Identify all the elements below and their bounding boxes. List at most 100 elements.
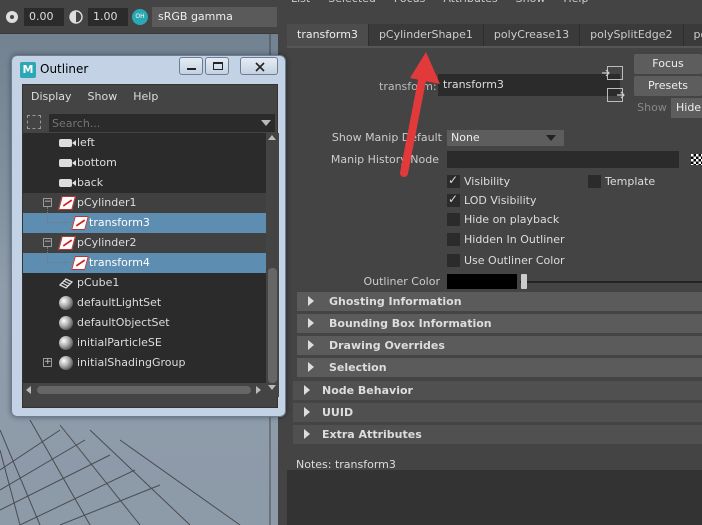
section-label: Selection bbox=[329, 361, 387, 374]
search-filter-icon[interactable] bbox=[27, 115, 41, 129]
menu-focus[interactable]: Focus bbox=[394, 0, 425, 8]
visibility-checkbox[interactable] bbox=[447, 173, 460, 188]
list-item[interactable]: left bbox=[23, 133, 266, 153]
outliner-color-label: Outliner Color bbox=[363, 275, 440, 288]
node-name-field[interactable]: transform3 bbox=[438, 74, 620, 96]
chevron-down-icon bbox=[546, 135, 556, 141]
tab-pcylindershape1[interactable]: pCylinderShape1 bbox=[368, 24, 484, 46]
vertical-scrollbar[interactable] bbox=[266, 133, 279, 397]
expand-icon[interactable]: + bbox=[43, 358, 52, 367]
hide-on-playback-checkbox[interactable] bbox=[447, 213, 460, 226]
show-button[interactable]: Show bbox=[634, 98, 670, 118]
transform-icon bbox=[71, 216, 89, 230]
list-item[interactable]: back bbox=[23, 173, 266, 193]
horizontal-scroll-thumb[interactable] bbox=[37, 386, 251, 394]
item-label: transform3 bbox=[89, 216, 150, 229]
close-button[interactable] bbox=[240, 57, 278, 75]
chevron-right-icon bbox=[304, 407, 310, 417]
tab-polysplitedge2[interactable]: polySplitEdge2 bbox=[580, 24, 684, 46]
tab-polycrease13[interactable]: polyCrease13 bbox=[483, 24, 581, 46]
tab-divider bbox=[287, 46, 702, 48]
list-item[interactable]: defaultLightSet bbox=[23, 293, 266, 313]
input-connection-icon[interactable] bbox=[602, 66, 623, 80]
item-label: initialParticleSE bbox=[77, 336, 162, 349]
hide-on-playback-label: Hide on playback bbox=[464, 213, 560, 226]
list-item[interactable]: + initialShadingGroup bbox=[23, 353, 266, 373]
checker-icon[interactable] bbox=[691, 154, 702, 165]
item-label: back bbox=[77, 176, 104, 189]
menu-selected[interactable]: Selected bbox=[328, 0, 376, 8]
chevron-right-icon bbox=[304, 385, 310, 395]
tab-transform3[interactable]: transform3 bbox=[287, 24, 369, 46]
section-extra-attributes[interactable]: Extra Attributes bbox=[293, 425, 702, 444]
section-uuid[interactable]: UUID bbox=[293, 403, 702, 422]
section-selection[interactable]: Selection bbox=[297, 358, 702, 377]
list-item[interactable]: transform4 bbox=[23, 247, 266, 273]
section-label: Bounding Box Information bbox=[329, 317, 492, 330]
item-label: initialShadingGroup bbox=[77, 356, 186, 369]
manip-history-node-field[interactable] bbox=[447, 151, 679, 168]
item-label: bottom bbox=[77, 156, 117, 169]
collapse-icon[interactable]: − bbox=[43, 198, 52, 207]
outliner-color-swatch[interactable] bbox=[447, 274, 517, 289]
search-input[interactable] bbox=[49, 114, 275, 132]
scroll-down-icon[interactable] bbox=[268, 385, 276, 390]
list-item[interactable]: bottom bbox=[23, 153, 266, 173]
colorspace-button[interactable]: sRGB gamma bbox=[152, 6, 277, 27]
hidden-in-outliner-checkbox[interactable] bbox=[447, 233, 460, 246]
outliner-color-slider-handle[interactable] bbox=[521, 274, 527, 289]
menu-show[interactable]: Show bbox=[516, 0, 546, 8]
window-title: Outliner bbox=[40, 62, 89, 76]
output-connection-icon[interactable] bbox=[607, 88, 625, 102]
list-item[interactable]: initialParticleSE bbox=[23, 333, 266, 353]
collapse-icon[interactable]: − bbox=[43, 238, 52, 247]
item-label: pCylinder2 bbox=[77, 236, 137, 249]
color-management-icon[interactable]: OH bbox=[132, 8, 148, 25]
outliner-color-slider[interactable] bbox=[520, 281, 702, 283]
section-label: Ghosting Information bbox=[329, 295, 462, 308]
list-item[interactable]: pCube1 bbox=[23, 273, 266, 293]
gamma-field[interactable]: 1.00 bbox=[88, 7, 128, 26]
template-label: Template bbox=[605, 175, 656, 188]
exposure-field[interactable]: 0.00 bbox=[24, 7, 64, 26]
list-item[interactable]: defaultObjectSet bbox=[23, 313, 266, 333]
menu-display[interactable]: Display bbox=[23, 85, 80, 107]
vertical-scroll-thumb[interactable] bbox=[268, 268, 277, 383]
section-bounding-box-information[interactable]: Bounding Box Information bbox=[297, 314, 702, 333]
chevron-down-icon[interactable] bbox=[261, 120, 271, 126]
menu-help[interactable]: Help bbox=[563, 0, 588, 8]
menu-attributes[interactable]: Attributes bbox=[443, 0, 497, 8]
camera-icon bbox=[59, 139, 76, 147]
minimize-button[interactable] bbox=[179, 57, 203, 75]
use-outliner-color-checkbox[interactable] bbox=[447, 254, 460, 267]
chevron-right-icon bbox=[308, 340, 314, 350]
list-item[interactable]: transform3 bbox=[23, 207, 266, 233]
section-label: Node Behavior bbox=[322, 384, 413, 397]
scroll-up-icon[interactable] bbox=[268, 135, 276, 140]
menu-list[interactable]: List bbox=[291, 0, 310, 8]
focus-button[interactable]: Focus bbox=[634, 54, 702, 74]
section-ghosting-information[interactable]: Ghosting Information bbox=[297, 292, 702, 311]
horizontal-scrollbar[interactable] bbox=[23, 383, 266, 397]
notes-textarea[interactable] bbox=[287, 470, 702, 525]
menu-show[interactable]: Show bbox=[80, 85, 126, 107]
exposure-icon[interactable] bbox=[4, 9, 20, 25]
maximize-button[interactable] bbox=[205, 57, 229, 75]
search-row bbox=[23, 114, 279, 132]
tab-poly[interactable]: poly bbox=[683, 24, 702, 46]
outliner-window[interactable]: M Outliner Display Show Help left botto bbox=[11, 55, 286, 417]
lod-visibility-checkbox[interactable] bbox=[447, 192, 460, 207]
section-node-behavior[interactable]: Node Behavior bbox=[293, 381, 702, 400]
section-drawing-overrides[interactable]: Drawing Overrides bbox=[297, 336, 702, 355]
gamma-icon[interactable] bbox=[68, 9, 84, 25]
maximize-icon bbox=[213, 62, 223, 70]
presets-button[interactable]: Presets bbox=[634, 76, 702, 96]
show-manip-default-dropdown[interactable]: None bbox=[447, 130, 564, 146]
scroll-left-icon[interactable] bbox=[26, 386, 31, 394]
template-checkbox[interactable] bbox=[588, 175, 601, 188]
hide-button[interactable]: Hide bbox=[671, 98, 702, 118]
transform-icon bbox=[71, 256, 89, 270]
menu-help[interactable]: Help bbox=[125, 85, 166, 107]
scroll-right-icon[interactable] bbox=[256, 386, 261, 394]
chevron-right-icon bbox=[308, 296, 314, 306]
